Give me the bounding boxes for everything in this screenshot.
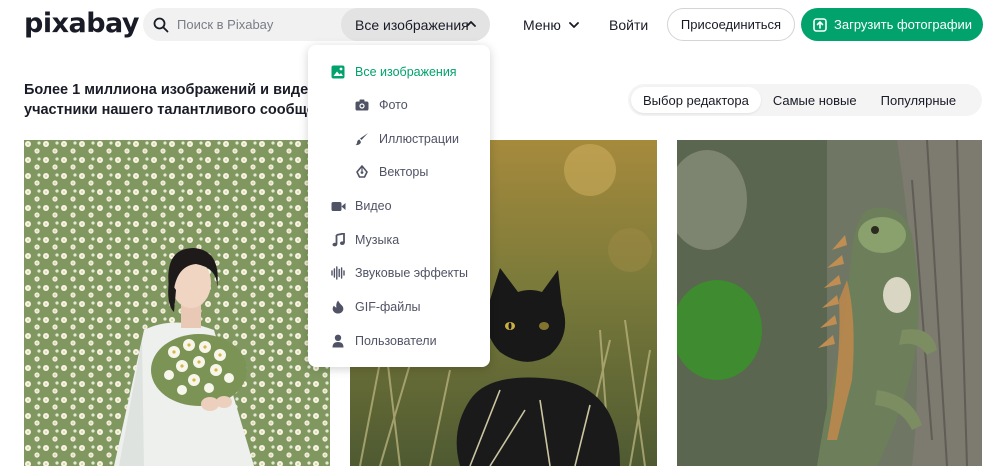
photo-girl-in-daisy-field: [24, 140, 330, 466]
dropdown-item-gifs[interactable]: GIF-файлы: [308, 293, 490, 321]
tab-latest[interactable]: Самые новые: [761, 87, 869, 113]
pen-nib-icon: [354, 164, 370, 180]
brush-icon: [354, 131, 370, 147]
dropdown-item-videos[interactable]: Видео: [308, 192, 490, 220]
dropdown-item-sound-effects[interactable]: Звуковые эффекты: [308, 259, 490, 287]
upload-label: Загрузить фотографии: [834, 17, 973, 32]
photo-iguana-on-tree: [677, 140, 982, 466]
upload-photos-button[interactable]: Загрузить фотографии: [801, 8, 983, 41]
search-icon: [153, 17, 169, 33]
sort-tabs: Выбор редактора Самые новые Популярные: [628, 84, 982, 116]
search-input[interactable]: [177, 8, 337, 41]
music-note-icon: [330, 232, 346, 248]
dropdown-item-label: Векторы: [379, 165, 429, 179]
dropdown-item-vectors[interactable]: Векторы: [308, 158, 490, 186]
upload-icon: [813, 17, 827, 32]
pixabay-logo[interactable]: pixabay: [24, 8, 140, 39]
menu-label: Меню: [523, 16, 561, 33]
flame-icon: [330, 299, 346, 315]
dropdown-item-label: Иллюстрации: [379, 132, 459, 146]
search-bar: Все изображения: [143, 8, 490, 41]
dropdown-item-label: Фото: [379, 98, 408, 112]
dropdown-item-photos[interactable]: Фото: [308, 91, 490, 119]
chevron-down-icon: [568, 21, 579, 28]
video-icon: [330, 198, 346, 214]
dropdown-item-label: Пользователи: [355, 334, 437, 348]
dropdown-item-music[interactable]: Музыка: [308, 226, 490, 254]
login-link[interactable]: Войти: [609, 8, 648, 41]
menu-button[interactable]: Меню: [523, 8, 579, 41]
image-tile-girl-with-flowers[interactable]: [24, 140, 330, 466]
image-icon: [330, 64, 346, 80]
chevron-up-icon: [466, 21, 476, 27]
dropdown-item-label: Видео: [355, 199, 392, 213]
user-icon: [330, 333, 346, 349]
dropdown-item-label: Все изображения: [355, 65, 457, 79]
dropdown-item-label: GIF-файлы: [355, 300, 421, 314]
camera-icon: [354, 97, 370, 113]
tab-editors-choice[interactable]: Выбор редактора: [631, 87, 761, 113]
dropdown-item-label: Звуковые эффекты: [355, 266, 468, 280]
dropdown-item-label: Музыка: [355, 233, 400, 247]
tab-popular[interactable]: Популярные: [869, 87, 968, 113]
dropdown-item-illustrations[interactable]: Иллюстрации: [308, 125, 490, 153]
media-type-dropdown: Все изображения Фото Иллюстрации Векторы…: [308, 45, 490, 367]
dropdown-item-all-images[interactable]: Все изображения: [308, 58, 490, 86]
sound-wave-icon: [330, 265, 346, 281]
image-tile-iguana[interactable]: [677, 140, 982, 466]
join-button[interactable]: Присоединиться: [667, 8, 795, 41]
media-type-filter-label: Все изображения: [355, 16, 469, 33]
dropdown-item-users[interactable]: Пользователи: [308, 327, 490, 355]
media-type-filter-button[interactable]: Все изображения: [341, 8, 490, 41]
